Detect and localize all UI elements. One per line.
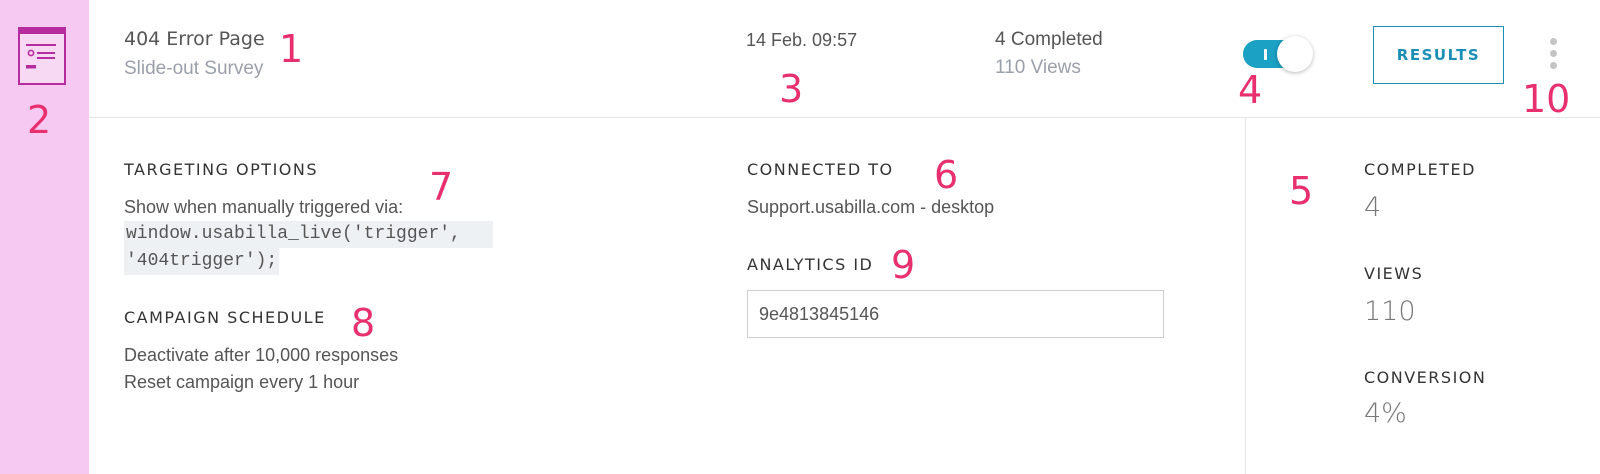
- conversion-stat-value: 4%: [1364, 398, 1407, 429]
- more-vertical-icon[interactable]: [1545, 38, 1561, 70]
- trigger-code-line-2: '404trigger');: [124, 248, 280, 275]
- annotation-marker-5: 5: [1289, 169, 1314, 213]
- active-toggle[interactable]: [1243, 36, 1313, 72]
- targeting-options-heading: TARGETING OPTIONS: [124, 160, 318, 179]
- campaign-schedule-heading: CAMPAIGN SCHEDULE: [124, 308, 326, 327]
- connected-to-heading: CONNECTED TO: [747, 160, 894, 179]
- completed-stat-label: COMPLETED: [1364, 160, 1476, 179]
- survey-details: TARGETING OPTIONS 7 Show when manually t…: [89, 118, 1245, 474]
- views-count: 110 Views: [995, 57, 1081, 78]
- survey-header: 404 Error Page Slide-out Survey 1 14 Feb…: [89, 0, 1600, 118]
- analytics-id-heading: ANALYTICS ID: [747, 255, 874, 274]
- connected-to-value: Support.usabilla.com - desktop: [747, 197, 995, 217]
- annotation-marker-2: 2: [27, 98, 52, 142]
- annotation-marker-9: 9: [891, 243, 916, 287]
- views-stat-value: 110: [1364, 296, 1416, 327]
- sidebar: 2: [0, 0, 89, 474]
- annotation-marker-4: 4: [1238, 68, 1263, 112]
- annotation-marker-3: 3: [779, 67, 804, 111]
- views-stat-label: VIEWS: [1364, 264, 1424, 283]
- completed-count: 4 Completed: [995, 29, 1103, 50]
- targeting-description: Show when manually triggered via:: [124, 197, 404, 217]
- survey-type: Slide-out Survey: [124, 58, 264, 79]
- schedule-deactivate: Deactivate after 10,000 responses: [124, 345, 399, 365]
- annotation-marker-6: 6: [934, 153, 959, 197]
- annotation-marker-10: 10: [1522, 77, 1571, 121]
- annotation-marker-7: 7: [429, 165, 454, 209]
- toggle-on-indicator: [1264, 49, 1267, 60]
- schedule-reset: Reset campaign every 1 hour: [124, 372, 360, 392]
- annotation-marker-8: 8: [351, 301, 376, 345]
- survey-datetime: 14 Feb. 09:57: [746, 30, 858, 50]
- analytics-id-input[interactable]: [747, 290, 1164, 338]
- trigger-code-line-1: window.usabilla_live('trigger',: [124, 221, 493, 248]
- conversion-stat-label: CONVERSION: [1364, 368, 1487, 387]
- toggle-knob: [1277, 36, 1313, 72]
- results-button[interactable]: RESULTS: [1373, 26, 1504, 84]
- survey-title[interactable]: 404 Error Page: [124, 28, 265, 50]
- stats-panel: 5 COMPLETED 4 VIEWS 110 CONVERSION 4%: [1245, 118, 1600, 474]
- completed-stat-value: 4: [1364, 192, 1382, 223]
- survey-form-icon: [18, 27, 66, 85]
- annotation-marker-1: 1: [279, 27, 304, 71]
